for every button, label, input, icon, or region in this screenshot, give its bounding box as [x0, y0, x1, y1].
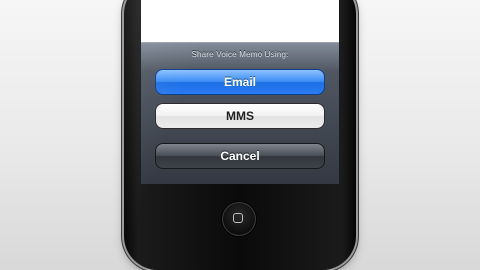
- cancel-button[interactable]: Cancel: [155, 143, 325, 169]
- iphone-device: Share Voice Memo Using: Email MMS Cancel: [124, 0, 356, 270]
- action-sheet-title: Share Voice Memo Using:: [191, 50, 289, 59]
- app-content-area: [141, 0, 339, 44]
- home-button[interactable]: [222, 202, 256, 236]
- phone-screen: Share Voice Memo Using: Email MMS Cancel: [141, 0, 339, 184]
- home-square-icon: [233, 213, 243, 223]
- mms-button[interactable]: MMS: [155, 103, 325, 129]
- email-button[interactable]: Email: [155, 69, 325, 95]
- share-action-sheet: Share Voice Memo Using: Email MMS Cancel: [141, 42, 339, 184]
